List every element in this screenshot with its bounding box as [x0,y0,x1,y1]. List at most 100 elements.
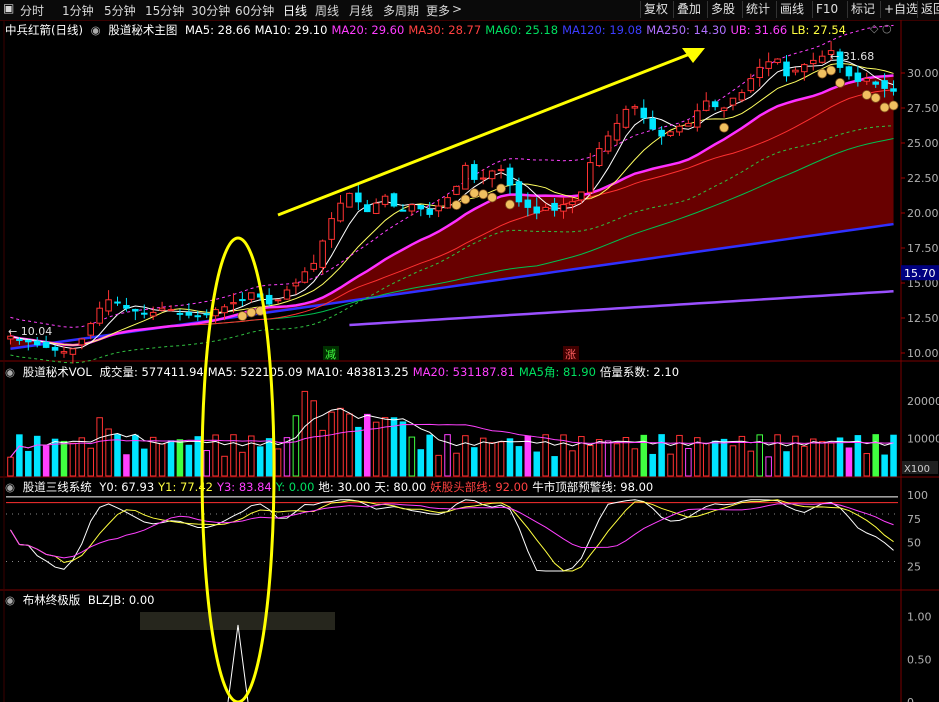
candle-body [140,312,148,315]
candle-body [42,341,50,348]
candle-body [435,205,442,212]
period-tab-15min[interactable]: 15分钟 [145,2,184,19]
indicator-readout: MA10: 29.10 [254,23,328,37]
tri-y0-line [10,499,894,572]
period-tab-more[interactable]: 更多 [426,2,450,19]
candle-body [301,271,309,283]
indicator-readout: LB: 27.54 [791,23,846,37]
candle-body [310,262,318,270]
volume-bar [96,417,103,477]
fuquan-button[interactable]: 复权 [640,1,671,18]
volume-bar [738,435,746,477]
candle-body [230,302,237,305]
candle-body [604,135,612,152]
back-button[interactable]: 返回 [917,1,939,18]
candle-body [774,58,781,64]
volume-bar [105,428,112,477]
candle-body [702,100,710,111]
settings-circle-icon[interactable]: ◉ [5,480,15,494]
overlay-button[interactable]: 叠加 [673,1,704,18]
volume-bar [51,438,59,477]
candle-body [203,313,210,316]
main-indicator-name[interactable]: 股道秘术主图 [108,23,177,37]
candle-body [497,169,505,172]
volume-bar [435,454,442,477]
ma-ribbon [10,75,894,349]
three-line-indicator-name[interactable]: 股道三线系统 [23,480,92,494]
candle-body [578,191,585,201]
f10-button[interactable]: F10 [812,1,841,18]
collapse-icon[interactable]: ▣ [3,1,14,15]
indicator-readout: 倍量系数: 2.10 [599,365,680,379]
candle-body [158,307,166,311]
candle-body [372,202,380,214]
main-readouts: MA5: 28.66 MA10: 29.10 MA20: 29.60 MA30: 28… [185,23,850,37]
period-tab-fenshi[interactable]: 分时 [20,2,44,19]
volume-bar [16,434,23,477]
indicator-readout: Y: 0.00 [275,480,315,494]
period-tab-weekly[interactable]: 周线 [315,2,339,19]
volume-bar [372,421,380,477]
candle-body [363,204,371,213]
money-bag-icon [478,189,489,200]
indicator-readout: MA20: 29.60 [331,23,405,37]
add-favorite-button[interactable]: +自选 [880,1,921,18]
period-tab-daily[interactable]: 日线 [283,2,307,19]
vol-indicator-name[interactable]: 股道秘术VOL [23,365,92,379]
period-tab-1min[interactable]: 1分钟 [62,2,94,19]
candle-body [399,209,407,212]
candle-body [488,170,496,180]
candle-body [533,206,541,214]
indicator-readout: 地: 30.00 [318,480,371,494]
volume-bar [33,435,41,477]
period-tab-30min[interactable]: 30分钟 [191,2,230,19]
period-tab-5min[interactable]: 5分钟 [104,2,136,19]
money-bag-icon [487,192,498,203]
draw-line-button[interactable]: 画线 [776,1,807,18]
chevron-right-icon[interactable]: > [452,2,462,16]
statistics-button[interactable]: 统计 [742,1,773,18]
candle-body [827,50,835,55]
period-tab-monthly[interactable]: 月线 [349,2,373,19]
vol-ma5-line [10,408,894,458]
tri-y-tick-label: 50 [907,537,921,550]
settings-circle-icon[interactable]: ◉ [5,593,15,607]
money-bag-icon [817,68,828,79]
signal-up-label: 涨 [565,348,576,361]
panel-diamond-icon[interactable]: ◇ ○ [870,22,892,35]
volume-bar [355,426,362,477]
volume-bar [69,442,77,477]
volume-bar [756,434,764,477]
candle-body [818,55,826,63]
stock-name[interactable]: 中兵红箭(日线) [5,23,83,37]
volume-bar [497,441,505,477]
volume-bar [560,434,567,477]
vol-y-tick-label: 20000 [907,395,939,408]
candle-body [176,312,184,315]
period-tab-multi[interactable]: 多周期 [383,2,419,19]
volume-bar [25,450,32,477]
candle-body [622,108,630,128]
candle-body [132,308,139,312]
volume-bar [694,437,701,477]
mark-button[interactable]: 标记 [847,1,878,18]
indicator-readout: Y1: 77.42 [158,480,213,494]
ma120-line [10,222,894,351]
candle-body [569,201,576,206]
candle-body [881,80,888,89]
candle-body [854,72,862,82]
volume-bar [399,421,407,477]
volume-bar [381,417,389,477]
candle-body [78,338,86,346]
multi-stock-button[interactable]: 多股 [707,1,738,18]
y-tick-label: 20.00 [907,207,939,220]
money-bag-icon [879,102,890,113]
volume-bar [60,440,68,477]
boll-y-tick-label: 0.50 [907,653,932,666]
settings-circle-icon[interactable]: ◉ [91,23,101,37]
boll-indicator-name[interactable]: 布林终极版 [23,593,81,607]
period-tab-60min[interactable]: 60分钟 [235,2,274,19]
volume-bar [176,439,184,477]
settings-circle-icon[interactable]: ◉ [5,365,15,379]
indicator-readout: Y0: 67.93 [99,480,155,494]
